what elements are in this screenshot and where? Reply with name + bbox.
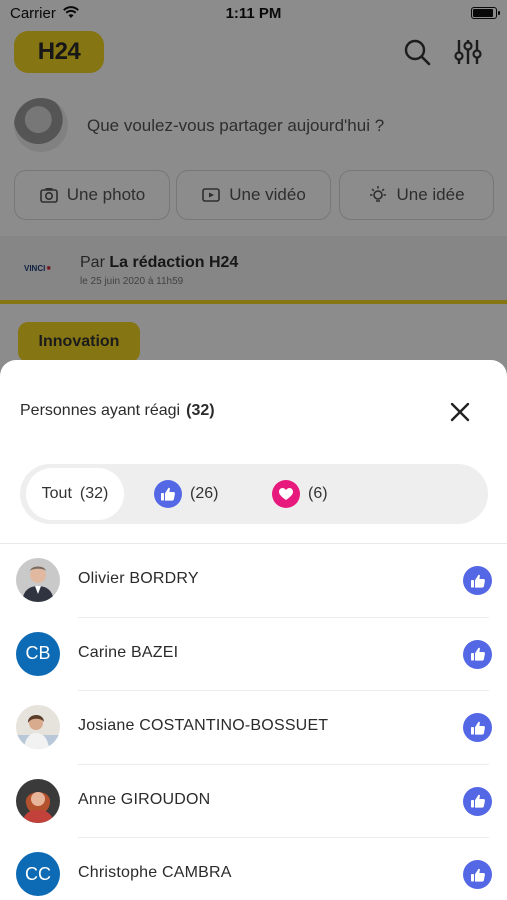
person-name: Anne GIROUDON (78, 790, 211, 808)
person-name: Olivier BORDRY (78, 570, 199, 587)
person-name: Josiane COSTANTINO-BOSSUET (78, 717, 329, 734)
thumbs-up-icon (463, 566, 492, 595)
avatar (16, 705, 60, 749)
sheet-total-count: (32) (186, 402, 215, 419)
tab-like-count: (26) (190, 485, 219, 502)
reactors-list: Olivier BORDRY CB Carine BAZEI Josiane C… (0, 544, 507, 900)
thumbs-up-icon (463, 639, 492, 669)
tab-love-count: (6) (308, 485, 328, 502)
person-name: Christophe CAMBRA (78, 864, 232, 881)
list-item[interactable]: Olivier BORDRY (0, 544, 507, 618)
close-icon[interactable] (446, 398, 474, 426)
thumbs-up-icon (154, 480, 182, 508)
sheet-title-text: Personnes ayant réagi (20, 402, 181, 419)
tab-love[interactable]: (6) (272, 468, 328, 520)
avatar (16, 778, 60, 823)
avatar: CC (16, 852, 60, 896)
list-item[interactable]: CC Christophe CAMBRA (0, 838, 507, 900)
tab-all[interactable]: Tout (32) (26, 468, 124, 520)
reactions-sheet: Personnes ayant réagi (32) Tout (32) (26)… (0, 360, 507, 900)
person-name: Carine BAZEI (78, 643, 179, 661)
avatar: CB (16, 631, 60, 676)
list-item[interactable]: Anne GIROUDON (0, 765, 507, 838)
thumbs-up-icon (463, 786, 492, 816)
list-item[interactable]: CB Carine BAZEI (0, 618, 507, 691)
tab-all-count: (32) (79, 485, 109, 502)
tab-all-label: Tout (41, 485, 72, 502)
heart-icon (272, 480, 300, 508)
sheet-title: Personnes ayant réagi (32) (20, 402, 215, 420)
thumbs-up-icon (463, 860, 492, 889)
thumbs-up-icon (463, 713, 492, 742)
tab-like[interactable]: (26) (154, 468, 218, 520)
avatar (16, 558, 60, 602)
list-item[interactable]: Josiane COSTANTINO-BOSSUET (0, 691, 507, 765)
reaction-filter-tabs: Tout (32) (26) (6) (20, 464, 488, 524)
